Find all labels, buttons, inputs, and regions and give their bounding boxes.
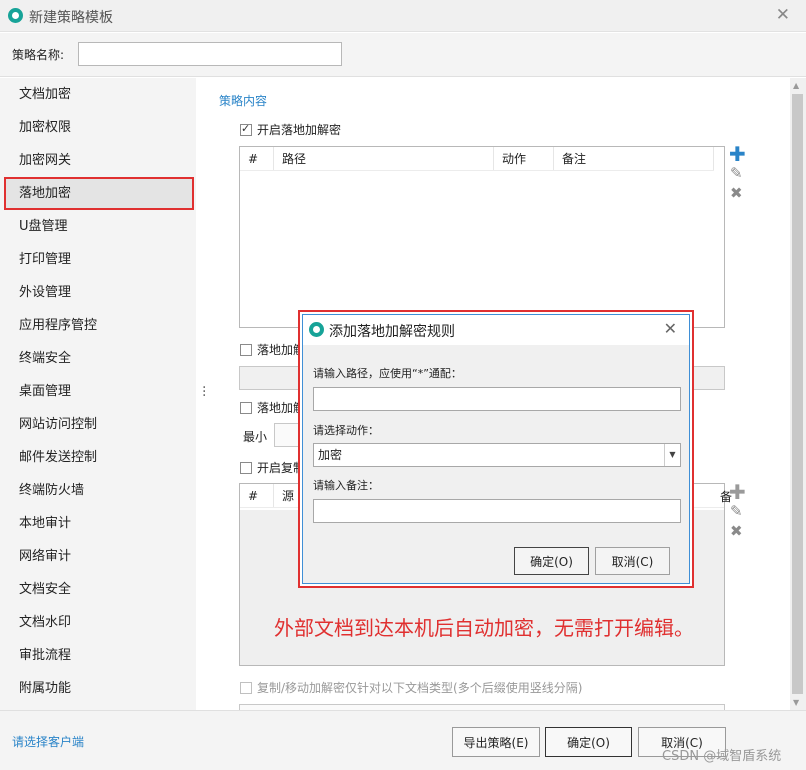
dialog-frame: 添加落地加解密规则 ✕ 请输入路径，应使用“*”通配： 请选择动作： 加密 ▼ … xyxy=(302,314,690,584)
enable-landing-checkbox[interactable]: 开启落地加解密 xyxy=(240,121,341,138)
checkbox-icon xyxy=(240,681,252,694)
col-note: 备注 xyxy=(554,147,714,170)
path-input[interactable] xyxy=(313,387,681,411)
checkbox-icon xyxy=(240,461,252,474)
app-logo-icon xyxy=(8,8,23,23)
sidebar-item-approval[interactable]: 审批流程 xyxy=(4,639,194,672)
dialog-ok-button[interactable]: 确定(O) xyxy=(514,547,589,575)
action-select-value: 加密 xyxy=(318,448,343,462)
sidebar-item-landing-encrypt[interactable]: 落地加密 xyxy=(4,177,194,210)
add-rule-icon[interactable]: ✚ xyxy=(729,142,746,166)
dialog-logo-icon xyxy=(309,322,324,337)
sidebar-item-doc-encrypt[interactable]: 文档加密 xyxy=(4,78,194,111)
watermark: CSDN @域智盾系统 xyxy=(662,749,782,764)
edit-rule-icon[interactable]: ✎ xyxy=(730,164,743,182)
note-label: 请输入备注： xyxy=(313,479,379,492)
col-index: # xyxy=(240,484,274,507)
sidebar-item-doc-security[interactable]: 文档安全 xyxy=(4,573,194,606)
action-select[interactable]: 加密 ▼ xyxy=(313,443,681,467)
enable-landing-label: 开启落地加解密 xyxy=(257,123,342,137)
sidebar-item-app-control[interactable]: 应用程序管控 xyxy=(4,309,194,342)
copy-move-label: 复制/移动加解密仅针对以下文档类型(多个后缀使用竖线分隔) xyxy=(257,681,583,695)
annotation-text: 外部文档到达本机后自动加密，无需打开编辑。 xyxy=(274,616,694,640)
section-title: 策略内容 xyxy=(219,94,268,108)
vertical-scrollbar[interactable]: ▲ ▼ xyxy=(790,78,806,710)
copy-move-checkbox[interactable]: 复制/移动加解密仅针对以下文档类型(多个后缀使用竖线分隔) xyxy=(240,679,582,696)
sidebar-item-network-audit[interactable]: 网络审计 xyxy=(4,540,194,573)
col-path: 路径 xyxy=(274,147,494,170)
dialog-title-bar: 添加落地加解密规则 ✕ xyxy=(303,315,689,345)
col-index: # xyxy=(240,147,274,170)
enable-copy-checkbox[interactable]: 开启复制 xyxy=(240,459,305,476)
sidebar-item-encrypt-permission[interactable]: 加密权限 xyxy=(4,111,194,144)
scroll-down-icon[interactable]: ▼ xyxy=(793,698,799,707)
ok-button[interactable]: 确定(O) xyxy=(545,727,632,757)
dialog-close-icon[interactable]: ✕ xyxy=(664,319,677,338)
path-label: 请输入路径，应使用“*”通配： xyxy=(313,367,462,380)
close-icon[interactable]: ✕ xyxy=(776,5,790,25)
checkbox-icon xyxy=(240,343,252,356)
sidebar-item-local-audit[interactable]: 本地审计 xyxy=(4,507,194,540)
sidebar: 文档加密 加密权限 加密网关 落地加密 U盘管理 打印管理 外设管理 应用程序管… xyxy=(0,78,196,710)
export-policy-button[interactable]: 导出策略(E) xyxy=(452,727,540,757)
landing-rules-table: # 路径 动作 备注 xyxy=(239,146,725,328)
scroll-thumb[interactable] xyxy=(792,94,803,694)
sidebar-item-doc-watermark[interactable]: 文档水印 xyxy=(4,606,194,639)
dialog-title: 添加落地加解密规则 xyxy=(329,324,455,340)
title-bar: 新建策略模板 ✕ xyxy=(0,0,806,32)
checkbox-checked-icon xyxy=(240,122,252,136)
sidebar-item-terminal-security[interactable]: 终端安全 xyxy=(4,342,194,375)
min-label: 最小 xyxy=(243,430,268,444)
sidebar-item-auxiliary[interactable]: 附属功能 xyxy=(4,672,194,705)
landing-option2-checkbox[interactable]: 落地加解 xyxy=(240,399,305,416)
checkbox-icon xyxy=(240,401,252,414)
sidebar-item-encrypt-gateway[interactable]: 加密网关 xyxy=(4,144,194,177)
action-label: 请选择动作： xyxy=(313,424,379,437)
dialog-body: 请输入路径，应使用“*”通配： 请选择动作： 加密 ▼ 请输入备注： 确定(O)… xyxy=(303,345,689,583)
chevron-down-icon[interactable]: ▼ xyxy=(664,444,680,466)
policy-name-label: 策略名称: xyxy=(12,48,65,62)
sidebar-item-usb[interactable]: U盘管理 xyxy=(4,210,194,243)
sidebar-item-mail-send[interactable]: 邮件发送控制 xyxy=(4,441,194,474)
footer: 请选择客户端 导出策略(E) 确定(O) 取消(C) CSDN @域智盾系统 xyxy=(0,710,806,770)
add-copy-rule-icon[interactable]: ✚ xyxy=(729,480,746,504)
select-client-link[interactable]: 请选择客户端 xyxy=(12,733,84,750)
policy-name-input[interactable] xyxy=(78,42,342,66)
sidebar-item-web-access[interactable]: 网站访问控制 xyxy=(4,408,194,441)
note-input[interactable] xyxy=(313,499,681,523)
landing-option1-checkbox[interactable]: 落地加解 xyxy=(240,341,305,358)
edit-copy-rule-icon[interactable]: ✎ xyxy=(730,502,743,520)
delete-copy-rule-icon[interactable]: ✖ xyxy=(730,522,743,540)
policy-name-row: 策略名称: xyxy=(0,33,806,77)
table-header: # 路径 动作 备注 xyxy=(240,147,714,171)
window-title: 新建策略模板 xyxy=(29,10,113,26)
sidebar-item-print[interactable]: 打印管理 xyxy=(4,243,194,276)
scroll-up-icon[interactable]: ▲ xyxy=(793,81,799,90)
sidebar-item-peripheral[interactable]: 外设管理 xyxy=(4,276,194,309)
sidebar-item-firewall[interactable]: 终端防火墙 xyxy=(4,474,194,507)
dialog-cancel-button[interactable]: 取消(C) xyxy=(595,547,670,575)
delete-rule-icon[interactable]: ✖ xyxy=(730,184,743,202)
add-rule-dialog: 添加落地加解密规则 ✕ 请输入路径，应使用“*”通配： 请选择动作： 加密 ▼ … xyxy=(298,310,694,588)
col-action: 动作 xyxy=(494,147,554,170)
sidebar-item-desktop[interactable]: 桌面管理 xyxy=(4,375,194,408)
